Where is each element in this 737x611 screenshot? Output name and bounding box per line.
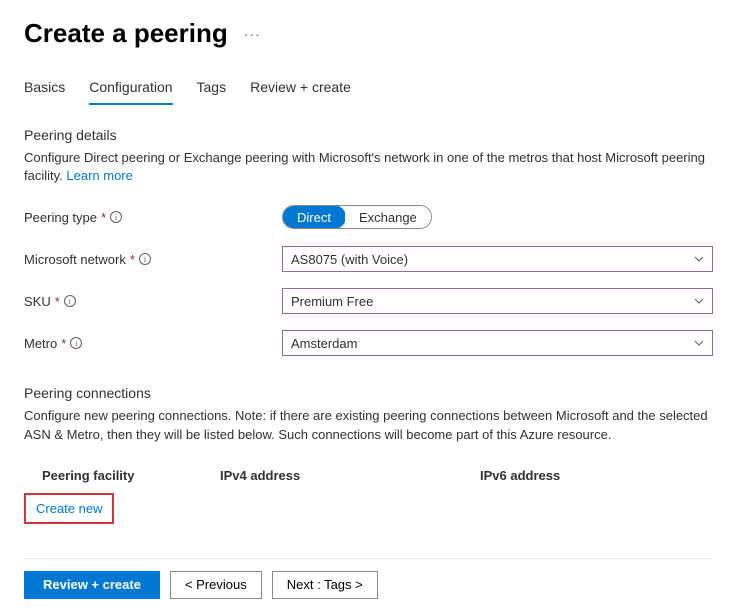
section-heading-connections: Peering connections	[24, 385, 713, 401]
select-value: Premium Free	[291, 294, 373, 309]
chevron-down-icon	[694, 296, 704, 306]
select-microsoft-network[interactable]: AS8075 (with Voice)	[282, 246, 713, 272]
row-peering-type: Peering type * i Direct Exchange	[24, 203, 713, 231]
info-icon[interactable]: i	[110, 211, 122, 223]
required-indicator: *	[55, 294, 60, 309]
section-description-details: Configure Direct peering or Exchange pee…	[24, 149, 713, 185]
info-icon[interactable]: i	[70, 337, 82, 349]
peering-connections-section: Peering connections Configure new peerin…	[24, 385, 713, 523]
label-microsoft-network: Microsoft network	[24, 252, 126, 267]
row-sku: SKU * i Premium Free	[24, 287, 713, 315]
learn-more-link[interactable]: Learn more	[66, 168, 132, 183]
label-peering-type: Peering type	[24, 210, 97, 225]
row-microsoft-network: Microsoft network * i AS8075 (with Voice…	[24, 245, 713, 273]
tab-review[interactable]: Review + create	[250, 79, 351, 105]
toggle-opt-direct[interactable]: Direct	[282, 205, 346, 229]
next-button[interactable]: Next : Tags >	[272, 571, 378, 599]
page-title: Create a peering	[24, 18, 228, 49]
connections-table-header: Peering facility IPv4 address IPv6 addre…	[24, 462, 713, 491]
chevron-down-icon	[694, 254, 704, 264]
required-indicator: *	[101, 210, 106, 225]
section-description-connections: Configure new peering connections. Note:…	[24, 407, 713, 443]
select-value: AS8075 (with Voice)	[291, 252, 408, 267]
select-metro[interactable]: Amsterdam	[282, 330, 713, 356]
required-indicator: *	[61, 336, 66, 351]
select-value: Amsterdam	[291, 336, 357, 351]
col-header-ipv6: IPv6 address	[480, 468, 713, 483]
more-actions-button[interactable]: ···	[240, 22, 265, 46]
peering-type-toggle[interactable]: Direct Exchange	[282, 205, 432, 229]
toggle-opt-exchange[interactable]: Exchange	[345, 206, 431, 228]
tab-basics[interactable]: Basics	[24, 79, 65, 105]
row-metro: Metro * i Amsterdam	[24, 329, 713, 357]
tab-tags[interactable]: Tags	[197, 79, 227, 105]
previous-button[interactable]: < Previous	[170, 571, 262, 599]
create-new-link[interactable]: Create new	[24, 493, 114, 524]
tab-bar: Basics Configuration Tags Review + creat…	[24, 79, 713, 105]
wizard-footer: Review + create < Previous Next : Tags >	[24, 558, 713, 611]
col-header-facility: Peering facility	[42, 468, 220, 483]
section-heading-details: Peering details	[24, 127, 713, 143]
review-create-button[interactable]: Review + create	[24, 571, 160, 599]
info-icon[interactable]: i	[139, 253, 151, 265]
label-sku: SKU	[24, 294, 51, 309]
info-icon[interactable]: i	[64, 295, 76, 307]
required-indicator: *	[130, 252, 135, 267]
col-header-ipv4: IPv4 address	[220, 468, 480, 483]
select-sku[interactable]: Premium Free	[282, 288, 713, 314]
label-metro: Metro	[24, 336, 57, 351]
tab-configuration[interactable]: Configuration	[89, 79, 172, 105]
peering-details-section: Peering details Configure Direct peering…	[24, 127, 713, 357]
chevron-down-icon	[694, 338, 704, 348]
